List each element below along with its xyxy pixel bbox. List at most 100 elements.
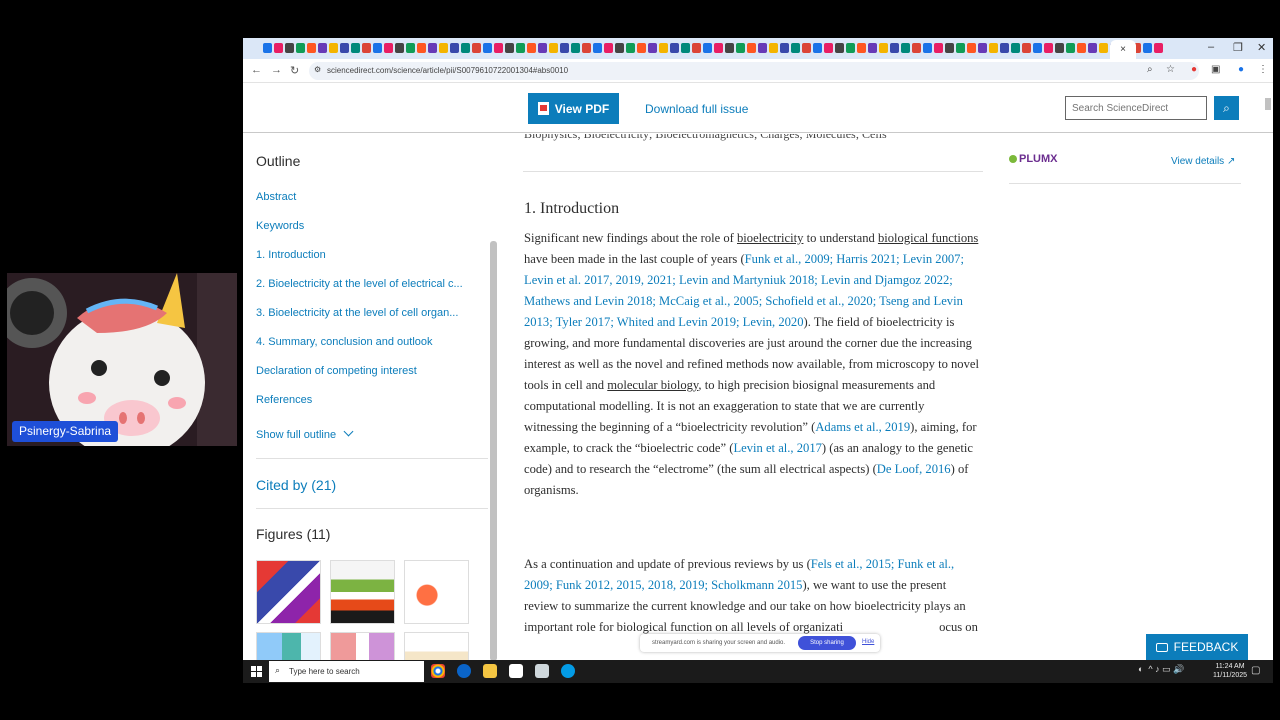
- tab-favicon-icon[interactable]: [802, 43, 811, 53]
- tab-favicon-icon[interactable]: [714, 43, 723, 53]
- tab-favicon-icon[interactable]: [406, 43, 415, 53]
- tab-favicon-icon[interactable]: [791, 43, 800, 53]
- outline-item-keywords[interactable]: Keywords: [256, 220, 488, 232]
- tab-favicon-icon[interactable]: [923, 43, 932, 53]
- outline-item-competing-interest[interactable]: Declaration of competing interest: [256, 365, 488, 377]
- profile-icon[interactable]: ●: [1238, 64, 1244, 75]
- tab-favicon-icon[interactable]: [890, 43, 899, 53]
- tab-favicon-icon[interactable]: [780, 43, 789, 53]
- tab-favicon-icon[interactable]: [615, 43, 624, 53]
- app-taskbar-icon[interactable]: [535, 664, 549, 678]
- tab-favicon-icon[interactable]: [1066, 43, 1075, 53]
- tab-favicon-icon[interactable]: [648, 43, 657, 53]
- outline-item-section-4[interactable]: 4. Summary, conclusion and outlook: [256, 336, 488, 348]
- download-full-issue-link[interactable]: Download full issue: [645, 102, 748, 116]
- tab-favicon-icon[interactable]: [1154, 43, 1163, 53]
- tab-favicon-icon[interactable]: [505, 43, 514, 53]
- search-button[interactable]: ⌕: [1214, 96, 1239, 120]
- tab-favicon-icon[interactable]: [483, 43, 492, 53]
- citation-link[interactable]: De Loof, 2016: [877, 462, 951, 476]
- tab-favicon-icon[interactable]: [945, 43, 954, 53]
- outline-item-section-3[interactable]: 3. Bioelectricity at the level of cell o…: [256, 307, 488, 319]
- tab-favicon-icon[interactable]: [879, 43, 888, 53]
- tab-favicon-icon[interactable]: [769, 43, 778, 53]
- reload-icon[interactable]: ↻: [290, 64, 299, 77]
- tab-favicon-icon[interactable]: [1055, 43, 1064, 53]
- tab-favicon-icon[interactable]: [560, 43, 569, 53]
- outline-item-references[interactable]: References: [256, 394, 488, 406]
- tab-favicon-icon[interactable]: [670, 43, 679, 53]
- feedback-button[interactable]: FEEDBACK: [1146, 634, 1248, 660]
- tab-favicon-icon[interactable]: [1143, 43, 1152, 53]
- tab-favicon-icon[interactable]: [373, 43, 382, 53]
- tab-favicon-icon[interactable]: [1033, 43, 1042, 53]
- search-input[interactable]: [1065, 96, 1207, 120]
- keyword-link-biological-functions[interactable]: biological functions: [878, 231, 978, 245]
- app-taskbar-icon[interactable]: [561, 664, 575, 678]
- tab-favicon-icon[interactable]: [461, 43, 470, 53]
- close-window-icon[interactable]: ✕: [1257, 41, 1266, 54]
- tab-favicon-icon[interactable]: [296, 43, 305, 53]
- tab-favicon-icon[interactable]: [571, 43, 580, 53]
- taskbar-clock[interactable]: 11:24 AM 11/11/2025: [1213, 662, 1247, 680]
- tab-favicon-icon[interactable]: [846, 43, 855, 53]
- tab-favicon-icon[interactable]: [274, 43, 283, 53]
- tab-favicon-icon[interactable]: [703, 43, 712, 53]
- edge-taskbar-icon[interactable]: [457, 664, 471, 678]
- extension-icon[interactable]: ●: [1191, 64, 1197, 75]
- tab-favicon-icon[interactable]: [758, 43, 767, 53]
- tab-favicon-icon[interactable]: [956, 43, 965, 53]
- bookmark-star-icon[interactable]: ☆: [1166, 64, 1175, 75]
- tab-favicon-icon[interactable]: [1011, 43, 1020, 53]
- chrome-taskbar-icon[interactable]: [431, 664, 445, 678]
- tab-favicon-icon[interactable]: [637, 43, 646, 53]
- figure-thumbnail[interactable]: [330, 560, 395, 624]
- tab-favicon-icon[interactable]: [1077, 43, 1086, 53]
- tab-favicon-icon[interactable]: [736, 43, 745, 53]
- tab-favicon-icon[interactable]: [417, 43, 426, 53]
- tab-favicon-icon[interactable]: [681, 43, 690, 53]
- tab-favicon-icon[interactable]: [285, 43, 294, 53]
- taskbar-search[interactable]: ⌕ Type here to search: [269, 661, 424, 682]
- tab-favicon-icon[interactable]: [450, 43, 459, 53]
- tab-favicon-icon[interactable]: [527, 43, 536, 53]
- tab-favicon-icon[interactable]: [549, 43, 558, 53]
- tab-favicon-icon[interactable]: [835, 43, 844, 53]
- tab-favicon-icon[interactable]: [659, 43, 668, 53]
- tab-favicon-icon[interactable]: [516, 43, 525, 53]
- active-tab-close-button[interactable]: ×: [1110, 40, 1136, 59]
- tab-favicon-icon[interactable]: [725, 43, 734, 53]
- tab-favicon-icon[interactable]: [1099, 43, 1108, 53]
- back-icon[interactable]: ←: [251, 64, 262, 76]
- outline-scrollbar[interactable]: [490, 241, 497, 661]
- minimize-icon[interactable]: –: [1208, 41, 1214, 53]
- view-details-link[interactable]: View details ↗: [1171, 156, 1235, 167]
- tab-favicon-icon[interactable]: [351, 43, 360, 53]
- tab-favicon-icon[interactable]: [428, 43, 437, 53]
- tab-favicon-icon[interactable]: [263, 43, 272, 53]
- tab-favicon-icon[interactable]: [901, 43, 910, 53]
- tab-favicon-icon[interactable]: [824, 43, 833, 53]
- tab-favicon-icon[interactable]: [857, 43, 866, 53]
- start-button[interactable]: [251, 666, 262, 677]
- tab-favicon-icon[interactable]: [582, 43, 591, 53]
- tab-favicon-icon[interactable]: [626, 43, 635, 53]
- view-pdf-button[interactable]: View PDF: [528, 93, 619, 124]
- tab-favicon-icon[interactable]: [1044, 43, 1053, 53]
- tab-favicon-icon[interactable]: [307, 43, 316, 53]
- citation-link[interactable]: Adams et al., 2019: [815, 420, 910, 434]
- file-explorer-taskbar-icon[interactable]: [483, 664, 497, 678]
- tab-favicon-icon[interactable]: [1000, 43, 1009, 53]
- tab-favicon-icon[interactable]: [362, 43, 371, 53]
- tab-favicon-icon[interactable]: [494, 43, 503, 53]
- address-bar[interactable]: ⚙ sciencedirect.com/science/article/pii/…: [309, 62, 1199, 80]
- tab-favicon-icon[interactable]: [384, 43, 393, 53]
- extensions-puzzle-icon[interactable]: ▣: [1211, 64, 1220, 75]
- tab-favicon-icon[interactable]: [538, 43, 547, 53]
- tab-favicon-icon[interactable]: [692, 43, 701, 53]
- tab-favicon-icon[interactable]: [340, 43, 349, 53]
- tab-favicon-icon[interactable]: [1022, 43, 1031, 53]
- tab-favicon-icon[interactable]: [329, 43, 338, 53]
- tab-favicon-icon[interactable]: [813, 43, 822, 53]
- tab-favicon-icon[interactable]: [989, 43, 998, 53]
